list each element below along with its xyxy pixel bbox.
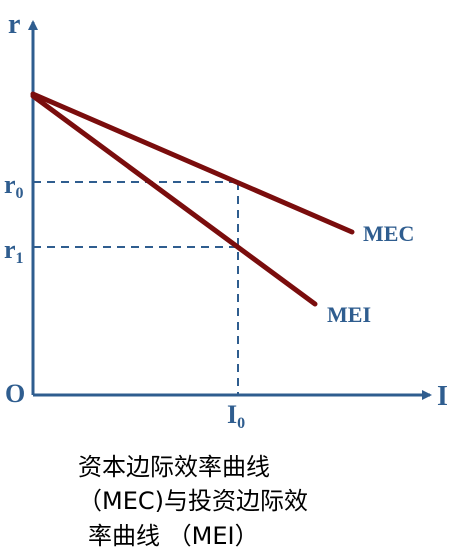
- mec-mei-diagram: r I O r0 r1 I0 MEC MEI: [4, 9, 448, 430]
- i0-tick-sub: 0: [237, 415, 245, 430]
- r1-tick-sub: 1: [16, 250, 24, 267]
- caption-line-1: 资本边际效率曲线: [78, 453, 270, 481]
- r0-tick-base: r: [4, 170, 16, 199]
- i0-tick-label: I0: [227, 400, 245, 430]
- r1-tick-base: r: [4, 235, 16, 264]
- mec-curve-label: MEC: [363, 221, 414, 246]
- mei-curve-label: MEI: [327, 302, 371, 327]
- x-axis-label: I: [437, 381, 448, 412]
- caption-line-3: 率曲线 （MEI）: [88, 522, 259, 550]
- caption-line-2: （MEC)与投资边际效: [78, 487, 308, 515]
- r1-tick-label: r1: [4, 235, 24, 267]
- r0-tick-label: r0: [4, 170, 24, 202]
- origin-label: O: [5, 379, 25, 408]
- i0-tick-base: I: [227, 400, 237, 429]
- r0-tick-sub: 0: [16, 185, 24, 202]
- y-axis-label: r: [8, 9, 20, 40]
